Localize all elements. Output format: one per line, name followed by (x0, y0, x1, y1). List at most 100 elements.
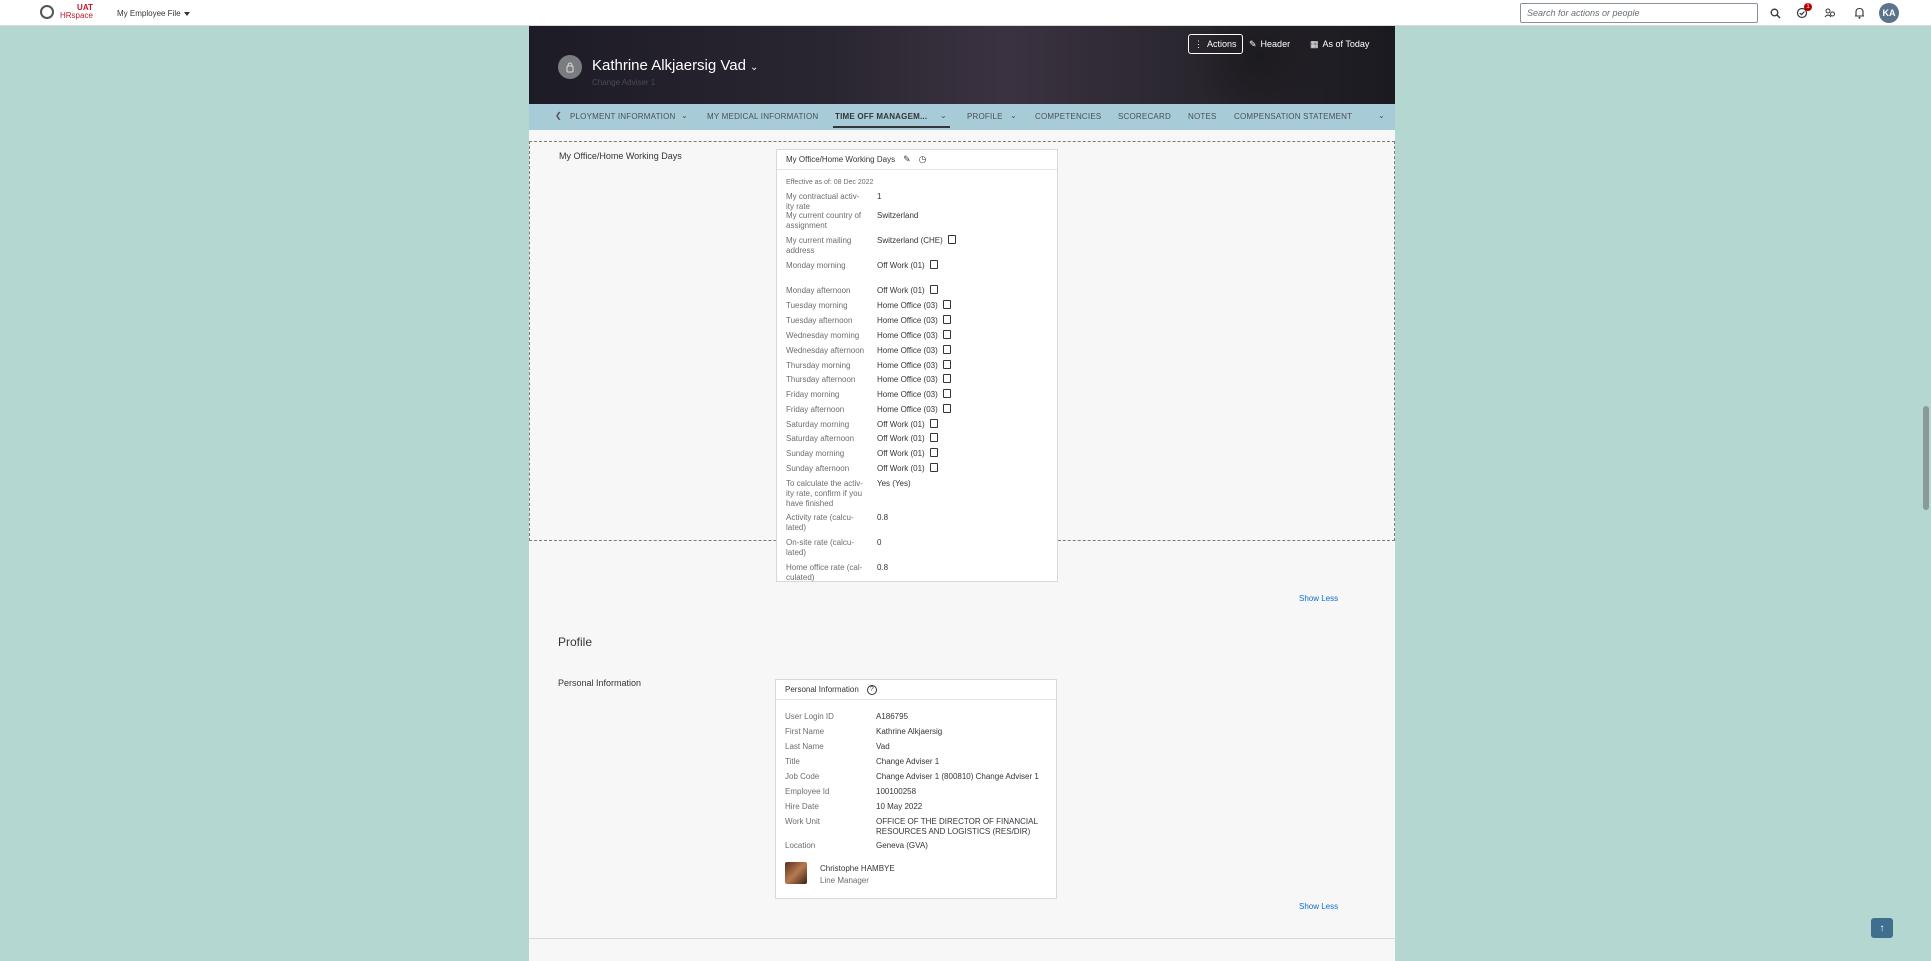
people-icon[interactable] (1823, 6, 1837, 20)
field-value: Home Office (03) (877, 345, 951, 356)
manager-photo[interactable] (785, 862, 807, 884)
field-label: My current mailing address (786, 236, 852, 255)
tab-notes[interactable]: NOTES (1188, 112, 1217, 121)
profile-section-title: Profile (558, 635, 593, 649)
field-label: Monday morning (786, 261, 846, 270)
copy-icon[interactable] (947, 235, 956, 245)
chevron-down-icon[interactable]: ⌄ (1378, 111, 1385, 120)
field-label: User Login ID (785, 712, 834, 721)
header-button[interactable]: ✎ Header (1244, 34, 1295, 54)
show-less-link-profile[interactable]: Show Less (1299, 902, 1338, 911)
field-label: On-site rate (calcu- lated) (786, 538, 855, 557)
field-value: Change Adviser 1 (800810) Change Adviser… (876, 772, 1039, 781)
field-value: Yes (Yes) (877, 479, 911, 488)
tab-time-off-management[interactable]: TIME OFF MANAGEM... (835, 112, 927, 121)
calendar-icon: ▦ (1310, 38, 1319, 49)
tab-scorecard[interactable]: SCORECARD (1118, 112, 1171, 121)
field-value: Switzerland (877, 211, 919, 220)
pencil-icon[interactable]: ✎ (903, 154, 911, 165)
history-icon[interactable]: ◷ (919, 154, 927, 165)
personal-information-section-label: Personal Information (558, 678, 642, 688)
copy-icon[interactable] (942, 374, 951, 384)
copy-icon[interactable] (942, 345, 951, 355)
field-value: Home Office (03) (877, 360, 951, 371)
app-title-menu[interactable]: My Employee File (117, 9, 190, 18)
field-label: Saturday afternoon (786, 434, 855, 443)
field-value: Home Office (03) (877, 374, 951, 385)
field-label: Sunday morning (786, 449, 845, 458)
copy-icon[interactable] (942, 404, 951, 414)
search-input[interactable]: Search for actions or people (1520, 3, 1758, 23)
show-less-link-working-days[interactable]: Show Less (1299, 594, 1338, 603)
field-value: 0.8 (877, 563, 889, 572)
copy-icon[interactable] (942, 360, 951, 370)
copy-icon[interactable] (929, 463, 938, 473)
copy-icon[interactable] (942, 300, 951, 310)
chevron-left-icon[interactable]: ❮ (555, 111, 562, 120)
working-days-card: My Office/Home Working Days ✎ ◷ Effectiv… (776, 149, 1058, 582)
manager-name[interactable]: Christophe HAMBYE (820, 864, 895, 873)
user-avatar[interactable]: KA (1879, 3, 1899, 23)
field-value: Home Office (03) (877, 315, 951, 326)
field-value: Home Office (03) (877, 300, 951, 311)
copy-icon[interactable] (929, 419, 938, 429)
field-label: First Name (785, 727, 825, 736)
field-label: Home office rate (cal- culated) (786, 563, 863, 582)
copy-icon[interactable] (942, 389, 951, 399)
field-value: Home Office (03) (877, 404, 951, 415)
as-of-today-button[interactable]: ▦ As of Today (1305, 34, 1374, 54)
approvals-icon[interactable]: 1 (1795, 3, 1812, 20)
copy-icon[interactable] (929, 260, 938, 270)
field-label: Friday morning (786, 390, 840, 399)
profile-header: Kathrine Alkjaersig Vad ⌄ Change Adviser … (529, 26, 1395, 104)
field-label: To calculate the activ- ity rate, confir… (786, 479, 863, 508)
manager-role: Line Manager (820, 876, 869, 885)
actions-button[interactable]: ⋮ Actions (1188, 34, 1243, 54)
field-label: Thursday morning (786, 361, 851, 370)
tab-employment-information[interactable]: PLOYMENT INFORMATION (570, 112, 676, 121)
field-label: Title (785, 757, 800, 766)
field-label: My current country of assignment (786, 211, 862, 230)
field-label: Work Unit (785, 817, 820, 826)
field-value: 10 May 2022 (876, 802, 923, 811)
bell-icon[interactable] (1852, 6, 1866, 20)
caret-down-icon (183, 11, 190, 16)
field-label: Activity rate (calcu- lated) (786, 513, 854, 532)
field-label: Last Name (785, 742, 824, 751)
field-value: Home Office (03) (877, 330, 951, 341)
help-icon[interactable]: ? (866, 684, 877, 695)
notification-badge: 1 (1804, 3, 1812, 11)
field-label: Location (785, 841, 816, 850)
field-label: Job Code (785, 772, 820, 781)
field-value: Geneva (GVA) (876, 841, 928, 850)
chevron-down-icon[interactable]: ⌄ (940, 111, 947, 120)
tab-my-medical-information[interactable]: MY MEDICAL INFORMATION (707, 112, 818, 121)
employee-file-page: Kathrine Alkjaersig Vad ⌄ Change Adviser … (529, 26, 1395, 961)
logo[interactable]: UAT HRspace (40, 4, 93, 20)
chevron-down-icon: ⌄ (749, 62, 759, 73)
copy-icon[interactable] (929, 285, 938, 295)
active-tab-indicator (833, 126, 950, 128)
chevron-down-icon[interactable]: ⌄ (1010, 111, 1017, 120)
employee-name[interactable]: Kathrine Alkjaersig Vad ⌄ (592, 57, 758, 74)
shell-bar: UAT HRspace My Employee File Search for … (0, 0, 1931, 26)
copy-icon[interactable] (929, 433, 938, 443)
scroll-to-top-button[interactable]: ↑ (1871, 918, 1893, 938)
chevron-down-icon[interactable]: ⌄ (681, 111, 688, 120)
logo-hrspace-label: HRspace (60, 11, 93, 20)
field-value: 1 (877, 192, 882, 201)
more-vertical-icon: ⋮ (1194, 38, 1203, 49)
tab-compensation-statement[interactable]: COMPENSATION STATEMENT (1234, 112, 1352, 121)
tab-competencies[interactable]: COMPETENCIES (1035, 112, 1101, 121)
tab-profile[interactable]: PROFILE (967, 112, 1003, 121)
working-days-section-label: My Office/Home Working Days (559, 151, 682, 161)
copy-icon[interactable] (942, 330, 951, 340)
field-value: Off Work (01) (877, 433, 938, 444)
search-icon[interactable] (1768, 6, 1782, 20)
working-days-section: My Office/Home Working Days My Office/Ho… (529, 141, 1395, 582)
copy-icon[interactable] (929, 448, 938, 458)
field-label: Monday afternoon (786, 286, 851, 295)
copy-icon[interactable] (942, 315, 951, 325)
page-scrollbar[interactable] (1923, 406, 1929, 510)
logo-emblem-icon (40, 5, 54, 19)
